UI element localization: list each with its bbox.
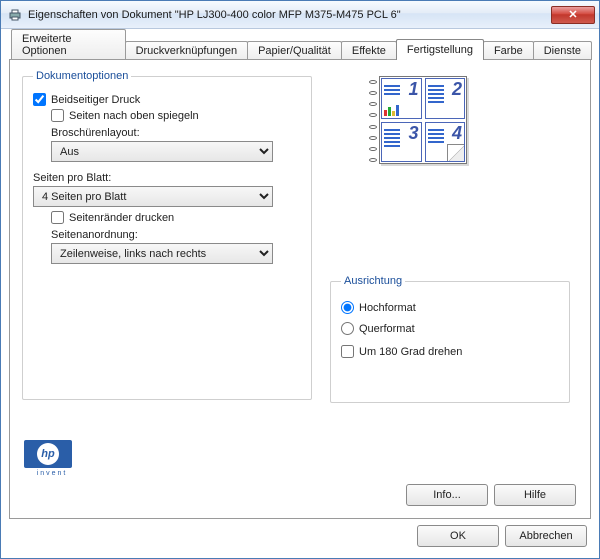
- hp-logo-text: hp: [37, 443, 59, 465]
- group-orientation: Ausrichtung Hochformat Querformat Um 180…: [330, 275, 570, 403]
- help-button[interactable]: Hilfe: [494, 484, 576, 506]
- checkbox-rotate-180[interactable]: [341, 345, 354, 358]
- spiral-binding-icon: [369, 76, 379, 166]
- close-icon: ✕: [568, 8, 577, 21]
- preview-page-2: 2: [425, 78, 466, 119]
- inner-button-row: Info... Hilfe: [406, 484, 576, 506]
- label-pages-per-sheet: Seiten pro Blatt:: [33, 172, 301, 184]
- select-page-order[interactable]: Zeilenweise, links nach rechts: [51, 243, 273, 264]
- cancel-button[interactable]: Abbrechen: [505, 525, 587, 547]
- tab-page-finishing: Dokumentoptionen Beidseitiger Druck Seit…: [9, 59, 591, 519]
- preview-number-2: 2: [452, 79, 462, 100]
- label-duplex: Beidseitiger Druck: [51, 94, 140, 106]
- checkbox-print-borders[interactable]: [51, 211, 64, 224]
- preview-number-1: 1: [408, 79, 418, 100]
- checkbox-duplex[interactable]: [33, 93, 46, 106]
- preview-number-4: 4: [452, 123, 462, 144]
- tab-paper-quality[interactable]: Papier/Qualität: [247, 41, 342, 60]
- preview-page-1: 1: [381, 78, 422, 119]
- checkbox-flip-up[interactable]: [51, 109, 64, 122]
- tab-effects[interactable]: Effekte: [341, 41, 397, 60]
- group-document-options: Dokumentoptionen Beidseitiger Druck Seit…: [22, 70, 312, 400]
- label-page-order: Seitenanordnung:: [51, 229, 301, 241]
- preview-4up: 1 2 3 4: [375, 76, 465, 166]
- info-button[interactable]: Info...: [406, 484, 488, 506]
- label-flip-up: Seiten nach oben spiegeln: [69, 110, 199, 122]
- tab-advanced[interactable]: Erweiterte Optionen: [11, 29, 126, 60]
- dialog-button-row: OK Abbrechen: [9, 519, 591, 547]
- close-button[interactable]: ✕: [551, 6, 595, 24]
- tab-color[interactable]: Farbe: [483, 41, 534, 60]
- tab-finishing[interactable]: Fertigstellung: [396, 39, 484, 60]
- tab-services[interactable]: Dienste: [533, 41, 592, 60]
- label-rotate-180: Um 180 Grad drehen: [359, 346, 462, 358]
- label-booklet: Broschürenlayout:: [51, 127, 301, 139]
- left-column: Dokumentoptionen Beidseitiger Druck Seit…: [22, 70, 312, 400]
- tab-shortcuts[interactable]: Druckverknüpfungen: [125, 41, 249, 60]
- ok-button[interactable]: OK: [417, 525, 499, 547]
- preview-page-3: 3: [381, 122, 422, 163]
- client-area: Erweiterte Optionen Druckverknüpfungen P…: [1, 29, 599, 558]
- select-pages-per-sheet[interactable]: 4 Seiten pro Blatt: [33, 186, 273, 207]
- label-portrait: Hochformat: [359, 302, 416, 314]
- dialog-window: Eigenschaften von Dokument "HP LJ300-400…: [0, 0, 600, 559]
- label-print-borders: Seitenränder drucken: [69, 212, 174, 224]
- preview-page-4: 4: [425, 122, 466, 163]
- radio-portrait[interactable]: [341, 301, 354, 314]
- preview-number-3: 3: [408, 123, 418, 144]
- legend-document-options: Dokumentoptionen: [33, 70, 131, 82]
- titlebar: Eigenschaften von Dokument "HP LJ300-400…: [1, 1, 599, 29]
- page-fold-icon: [447, 144, 465, 162]
- hp-logo-sub: invent: [24, 470, 80, 477]
- preview-area: 1 2 3 4: [330, 72, 570, 166]
- printer-icon: [7, 7, 23, 23]
- select-booklet[interactable]: Aus: [51, 141, 273, 162]
- radio-landscape[interactable]: [341, 322, 354, 335]
- tab-strip: Erweiterte Optionen Druckverknüpfungen P…: [11, 37, 591, 59]
- hp-logo: hp invent: [24, 440, 80, 476]
- orientation-area: Ausrichtung Hochformat Querformat Um 180…: [330, 275, 570, 403]
- window-title: Eigenschaften von Dokument "HP LJ300-400…: [28, 9, 551, 21]
- legend-orientation: Ausrichtung: [341, 275, 405, 287]
- preview-grid: 1 2 3 4: [381, 78, 465, 162]
- label-landscape: Querformat: [359, 323, 415, 335]
